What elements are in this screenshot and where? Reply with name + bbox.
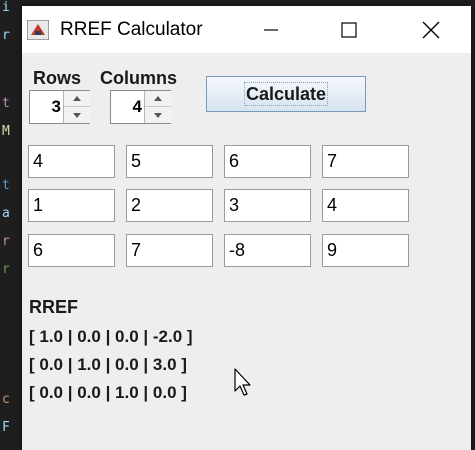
- rref-calculator-window: RREF Calculator Rows Columns 3 4 Calcula…: [22, 6, 471, 450]
- matrix-cell-r3-c4[interactable]: 9: [322, 234, 409, 267]
- matrix-cell-r3-c1[interactable]: 6: [28, 234, 115, 267]
- calculate-button[interactable]: Calculate: [206, 76, 366, 112]
- rref-result-row-2: [ 0.0 | 1.0 | 0.0 | 3.0 ]: [29, 355, 187, 374]
- chevron-up-icon: [73, 96, 81, 101]
- columns-spinner-arrows: [144, 91, 171, 123]
- columns-increment-button[interactable]: [145, 91, 171, 107]
- columns-decrement-button[interactable]: [145, 107, 171, 123]
- matrix-cell-r1-c1[interactable]: 4: [28, 145, 115, 178]
- rows-increment-button[interactable]: [64, 91, 90, 107]
- matrix-cell-r2-c1[interactable]: 1: [28, 189, 115, 222]
- matrix-cell-r1-c3[interactable]: 6: [224, 145, 311, 178]
- columns-value[interactable]: 4: [111, 91, 142, 123]
- matrix-cell-r2-c4[interactable]: 4: [322, 189, 409, 222]
- matrix-cell-r3-c3[interactable]: -8: [224, 234, 311, 267]
- columns-spinner[interactable]: 4: [110, 90, 171, 124]
- rows-spinner[interactable]: 3: [29, 90, 90, 124]
- rows-spinner-arrows: [63, 91, 90, 123]
- matrix-cell-r2-c2[interactable]: 2: [126, 189, 213, 222]
- close-button[interactable]: [407, 6, 455, 53]
- background-editor: i r t M t a r r c F: [0, 0, 22, 450]
- rref-result-row-1: [ 1.0 | 0.0 | 0.0 | -2.0 ]: [29, 327, 193, 346]
- window-title: RREF Calculator: [60, 19, 203, 40]
- maximize-icon: [341, 21, 357, 38]
- title-bar[interactable]: RREF Calculator: [22, 6, 471, 53]
- matrix-cell-r3-c2[interactable]: 7: [126, 234, 213, 267]
- matrix-cell-r1-c2[interactable]: 5: [126, 145, 213, 178]
- maximize-button[interactable]: [325, 6, 373, 53]
- rref-result-row-3: [ 0.0 | 0.0 | 1.0 | 0.0 ]: [29, 383, 187, 402]
- rows-label: Rows: [33, 68, 82, 88]
- columns-label: Columns: [100, 68, 178, 88]
- matrix-cell-r1-c4[interactable]: 7: [322, 145, 409, 178]
- mouse-cursor-icon: [234, 368, 251, 396]
- chevron-down-icon: [73, 112, 81, 118]
- minimize-button[interactable]: [247, 6, 295, 53]
- java-app-icon: [26, 19, 50, 41]
- close-icon: [422, 21, 440, 38]
- chevron-down-icon: [154, 112, 162, 118]
- rref-result-title: RREF: [29, 297, 78, 317]
- chevron-up-icon: [154, 96, 162, 101]
- calculate-button-label: Calculate: [243, 82, 329, 106]
- rows-decrement-button[interactable]: [64, 107, 90, 123]
- background-editor-right: [471, 0, 475, 450]
- rows-value[interactable]: 3: [30, 91, 61, 123]
- minimize-icon: [264, 28, 278, 31]
- matrix-cell-r2-c3[interactable]: 3: [224, 189, 311, 222]
